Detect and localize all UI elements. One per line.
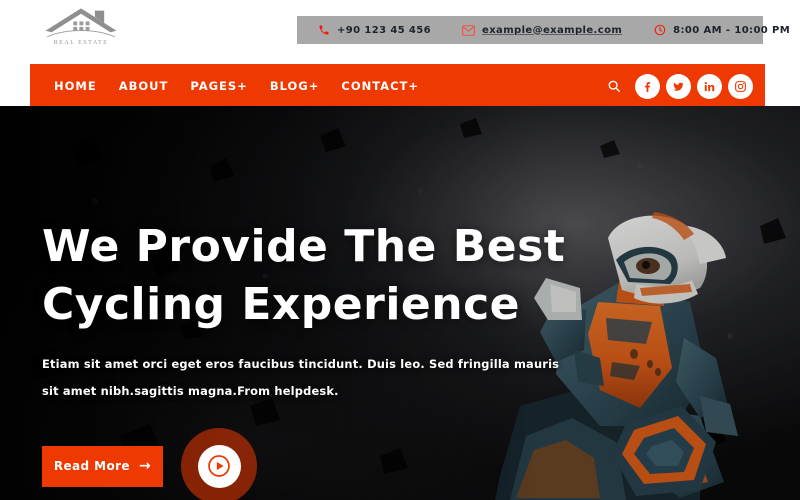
facebook-icon[interactable]: [635, 73, 660, 99]
video-play-area: [181, 428, 257, 500]
arrow-right-icon: →: [138, 458, 152, 474]
main-navigation: HOME ABOUT PAGES+ BLOG+ CONTACT+: [30, 64, 765, 108]
read-more-label: Read More: [53, 459, 130, 473]
hours-text: 8:00 AM - 10:00 PM: [673, 24, 791, 36]
page-root: REAL ESTATE +90 123 45 456 example@examp…: [0, 0, 800, 500]
nav-right-cluster: [603, 73, 765, 99]
search-icon[interactable]: [603, 75, 625, 97]
twitter-icon[interactable]: [666, 73, 691, 99]
linkedin-icon[interactable]: [697, 73, 722, 99]
nav-item-blog[interactable]: BLOG+: [259, 79, 331, 93]
logo-wordmark: REAL ESTATE: [53, 39, 109, 46]
opening-hours: 8:00 AM - 10:00 PM: [653, 24, 790, 37]
hero-section: We Provide The Best Cycling Experience E…: [0, 106, 800, 500]
top-bar: REAL ESTATE +90 123 45 456 example@examp…: [0, 0, 800, 64]
email-text: example@example.com: [482, 24, 623, 36]
nav-links: HOME ABOUT PAGES+ BLOG+ CONTACT+: [43, 79, 430, 93]
nav-item-home[interactable]: HOME: [43, 79, 108, 93]
contact-email[interactable]: example@example.com: [462, 24, 622, 37]
play-circle-icon[interactable]: [197, 444, 241, 488]
instagram-icon[interactable]: [728, 73, 753, 99]
hero-description: Etiam sit amet orci eget eros faucibus t…: [42, 357, 560, 398]
social-links: [635, 73, 753, 99]
house-roof-icon: [45, 8, 117, 38]
nav-item-pages[interactable]: PAGES+: [179, 79, 259, 93]
phone-text: +90 123 45 456: [337, 24, 432, 36]
hero-title-line-1: We Provide The Best: [42, 221, 566, 272]
hero-title: We Provide The Best Cycling Experience: [42, 218, 602, 334]
contact-info-bar: +90 123 45 456 example@example.com 8:00 …: [297, 16, 790, 44]
hero-title-line-2: Cycling Experience: [42, 279, 521, 330]
nav-right-spacer: [765, 64, 800, 108]
nav-item-about[interactable]: ABOUT: [108, 79, 180, 93]
read-more-button[interactable]: Read More →: [42, 445, 163, 487]
envelope-icon: [462, 24, 475, 37]
phone-icon: [317, 24, 330, 37]
nav-item-contact[interactable]: CONTACT+: [330, 79, 430, 93]
hero-actions: Read More →: [42, 428, 257, 500]
hero-copy: We Provide The Best Cycling Experience E…: [42, 218, 602, 405]
contact-phone[interactable]: +90 123 45 456: [317, 24, 431, 37]
clock-icon: [653, 24, 666, 37]
site-logo[interactable]: REAL ESTATE: [26, 6, 136, 56]
